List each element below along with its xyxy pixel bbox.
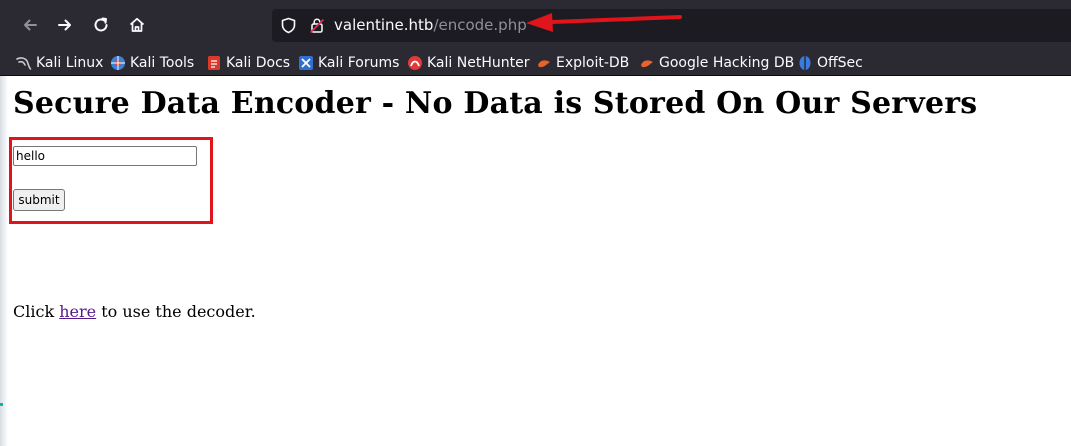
footer-text-before: Click (13, 302, 60, 321)
edge-marker (0, 403, 3, 406)
bookmark-label: Google Hacking DB (659, 54, 795, 71)
viewport-left-shadow (0, 76, 8, 446)
reload-button[interactable] (88, 12, 114, 38)
page-title: Secure Data Encoder - No Data is Stored … (13, 86, 978, 121)
tracking-shield-icon[interactable] (280, 17, 297, 34)
url-text[interactable]: valentine.htb/encode.php (334, 9, 527, 42)
bookmark-kali-docs[interactable]: Kali Docs (206, 50, 290, 75)
kali-dragon-icon (16, 55, 32, 70)
bookmark-label: Kali Forums (318, 54, 400, 71)
bookmark-label: Kali NetHunter (427, 54, 530, 71)
bookmark-exploit-db[interactable]: Exploit-DB (536, 50, 629, 75)
forward-button[interactable] (52, 12, 78, 38)
bookmark-label: OffSec (817, 54, 863, 71)
forward-arrow-icon (58, 19, 71, 31)
kali-tools-icon (110, 55, 125, 70)
reload-icon (94, 17, 108, 32)
kali-docs-icon (206, 55, 221, 70)
annotation-arrow-icon (526, 13, 682, 32)
home-icon (129, 17, 145, 32)
exploit-db-icon (536, 55, 551, 70)
bookmarks-toolbar: Kali Linux Kali Tools Kali Docs Kali For… (0, 50, 1071, 76)
decoder-link[interactable]: here (59, 302, 96, 321)
encode-text-input[interactable] (13, 146, 197, 166)
url-path: /encode.php (433, 16, 527, 34)
browser-toolbar: valentine.htb/encode.php (0, 0, 1071, 50)
kali-forums-icon (298, 55, 313, 70)
bookmark-label: Exploit-DB (556, 54, 630, 71)
bookmark-kali-linux[interactable]: Kali Linux (16, 50, 103, 75)
bookmark-kali-nethunter[interactable]: Kali NetHunter (407, 50, 529, 75)
submit-button[interactable]: submit (13, 189, 65, 211)
bookmark-offsec[interactable]: OffSec (797, 50, 863, 75)
back-button[interactable] (17, 12, 43, 38)
nethunter-icon (407, 55, 422, 70)
insecure-lock-icon[interactable] (309, 17, 325, 34)
footer-text-after: to use the decoder. (96, 302, 256, 321)
home-button[interactable] (124, 12, 150, 38)
page-viewport (0, 76, 1071, 446)
decoder-link-paragraph: Click here to use the decoder. (13, 302, 256, 321)
bookmark-google-hacking-db[interactable]: Google Hacking DB (639, 50, 794, 75)
bookmark-label: Kali Tools (130, 54, 195, 71)
ghdb-icon (639, 55, 654, 70)
url-domain: valentine.htb (334, 16, 434, 34)
bookmark-label: Kali Linux (36, 54, 104, 71)
back-arrow-icon (24, 19, 37, 31)
bookmark-kali-forums[interactable]: Kali Forums (298, 50, 399, 75)
bookmark-kali-tools[interactable]: Kali Tools (110, 50, 194, 75)
offsec-icon (797, 55, 812, 70)
bookmark-label: Kali Docs (226, 54, 291, 71)
